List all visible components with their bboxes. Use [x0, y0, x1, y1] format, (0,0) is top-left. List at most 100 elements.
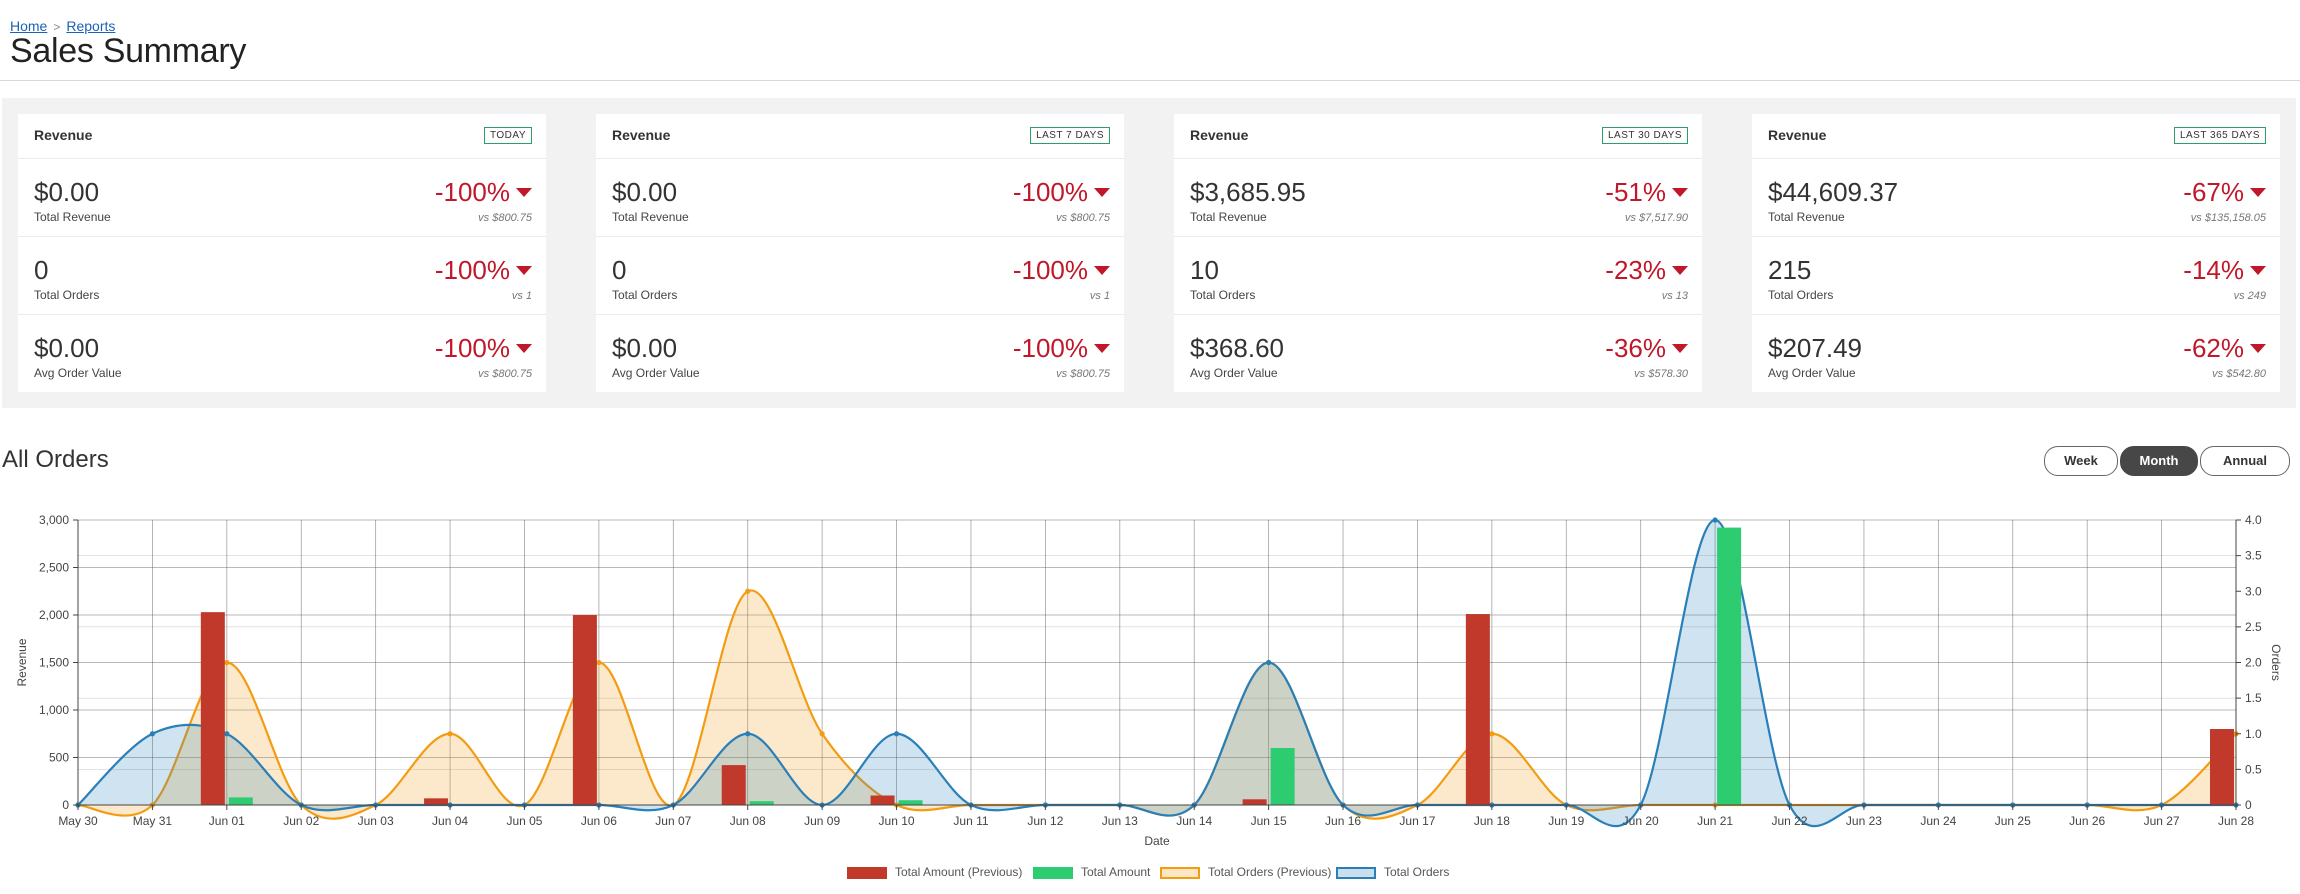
bar-total-amount	[1270, 748, 1295, 805]
card-title: Revenue	[612, 127, 671, 143]
legend-item-total-orders-previous[interactable]: Total Orders (Previous)	[1160, 863, 1340, 881]
revenue-card-last-30-days: Revenue LAST 30 DAYS $3,685.95 Total Rev…	[1174, 114, 1702, 392]
metric-value: $0.00	[34, 333, 100, 363]
all-orders-title: All Orders	[2, 446, 109, 473]
legend-item-total-orders[interactable]: Total Orders	[1336, 863, 1466, 881]
x-tick-label: Jun 07	[655, 814, 691, 828]
metric-label: Total Revenue	[1190, 210, 1267, 224]
card-header: Revenue LAST 7 DAYS	[596, 114, 1124, 159]
x-tick-label: May 30	[58, 814, 98, 828]
metric-change: -67%	[2183, 177, 2266, 208]
metric-change: -100%	[1013, 255, 1110, 286]
legend-label: Total Amount (Previous)	[895, 865, 1023, 879]
metric-total-orders: 215 Total Orders -14% vs 249	[1752, 237, 2280, 315]
legend-label: Total Orders (Previous)	[1208, 865, 1332, 879]
bar-total-amount-previous	[2210, 729, 2234, 805]
change-text: -62%	[2183, 333, 2244, 363]
metric-value: $44,609.37	[1768, 177, 1899, 207]
x-tick-label: Jun 27	[2144, 814, 2180, 828]
down-arrow-icon	[516, 344, 532, 353]
bar-total-amount	[228, 797, 253, 805]
metric-change: -14%	[2183, 255, 2266, 286]
x-tick-label: Jun 02	[283, 814, 319, 828]
data-point	[1712, 517, 1718, 523]
x-tick-label: Jun 09	[804, 814, 840, 828]
week-button[interactable]: Week	[2044, 446, 2118, 476]
metric-change: -100%	[435, 177, 532, 208]
metric-change: -100%	[435, 333, 532, 364]
metric-value: 215	[1768, 255, 1812, 285]
legend-swatch	[847, 867, 887, 879]
x-tick-label: Jun 24	[1920, 814, 1956, 828]
metric-value: $0.00	[34, 177, 100, 207]
legend-item-total-amount[interactable]: Total Amount	[1033, 863, 1153, 881]
x-tick-label: Jun 28	[2218, 814, 2254, 828]
metric-total-revenue: $3,685.95 Total Revenue -51% vs $7,517.9…	[1174, 159, 1702, 237]
change-text: -23%	[1605, 255, 1666, 285]
metric-change: -100%	[435, 255, 532, 286]
metric-value: $0.00	[612, 333, 678, 363]
y2-tick-label: 1.5	[2245, 691, 2262, 705]
x-tick-label: Jun 23	[1846, 814, 1882, 828]
metric-change: -62%	[2183, 333, 2266, 364]
annual-button[interactable]: Annual	[2200, 446, 2290, 476]
change-text: -100%	[1012, 333, 1088, 363]
metric-change: -36%	[1605, 333, 1688, 364]
x-tick-label: Jun 25	[1995, 814, 2031, 828]
bar-total-amount	[1717, 527, 1742, 805]
bar-total-amount-previous	[1242, 799, 1267, 805]
month-button[interactable]: Month	[2120, 446, 2198, 476]
x-tick-label: Jun 26	[2069, 814, 2105, 828]
metric-change: -23%	[1605, 255, 1688, 286]
y-tick-label: 2,000	[39, 608, 69, 622]
down-arrow-icon	[1094, 266, 1110, 275]
metric-total-revenue: $44,609.37 Total Revenue -67% vs $135,15…	[1752, 159, 2280, 237]
chart-legend: Total Amount (Previous) Total Amount Tot…	[0, 863, 2300, 881]
metric-label: Total Orders	[34, 288, 100, 302]
metric-label: Total Orders	[1190, 288, 1256, 302]
bar-total-amount	[898, 800, 923, 805]
x-tick-label: Jun 06	[581, 814, 617, 828]
metric-label: Total Orders	[1768, 288, 1834, 302]
metric-avg-order-value: $0.00 Avg Order Value -100% vs $800.75	[596, 315, 1124, 392]
metric-total-orders: 0 Total Orders -100% vs 1	[18, 237, 546, 315]
data-point	[1266, 659, 1272, 666]
metric-compare: vs $578.30	[1634, 368, 1688, 380]
card-title: Revenue	[1768, 127, 1827, 143]
x-tick-label: Jun 04	[432, 814, 468, 828]
change-text: -36%	[1605, 333, 1666, 363]
x-tick-label: Jun 18	[1474, 814, 1510, 828]
x-axis-title: Date	[1144, 834, 1170, 848]
x-tick-label: Jun 15	[1251, 814, 1287, 828]
y2-tick-label: 3.5	[2245, 549, 2262, 563]
bar-total-amount	[749, 801, 774, 805]
y-tick-label: 500	[49, 751, 69, 765]
y2-axis-title: Orders	[2269, 644, 2283, 681]
data-point	[1489, 731, 1495, 737]
legend-swatch	[1336, 867, 1376, 879]
y-tick-label: 1,500	[39, 656, 69, 670]
x-tick-label: May 31	[133, 814, 173, 828]
metric-value: $368.60	[1190, 333, 1284, 363]
card-title: Revenue	[1190, 127, 1249, 143]
x-tick-label: Jun 12	[1027, 814, 1063, 828]
metric-value: 0	[34, 255, 49, 285]
legend-item-total-amount-previous[interactable]: Total Amount (Previous)	[847, 863, 1027, 881]
down-arrow-icon	[2250, 188, 2266, 197]
metric-compare: vs $7,517.90	[1625, 212, 1688, 224]
change-text: -100%	[1012, 255, 1088, 285]
y2-tick-label: 2.0	[2245, 656, 2262, 670]
range-button-group: Week Month Annual	[2044, 446, 2290, 476]
down-arrow-icon	[1672, 266, 1688, 275]
data-point	[447, 731, 453, 737]
period-badge: LAST 30 DAYS	[1602, 127, 1688, 144]
down-arrow-icon	[1094, 188, 1110, 197]
x-tick-label: Jun 11	[953, 814, 988, 828]
metric-label: Total Revenue	[1768, 210, 1845, 224]
metric-avg-order-value: $0.00 Avg Order Value -100% vs $800.75	[18, 315, 546, 392]
data-point	[224, 731, 230, 737]
y2-tick-label: 3.0	[2245, 584, 2262, 598]
x-tick-label: Jun 05	[506, 814, 542, 828]
data-point	[745, 731, 751, 737]
bar-total-amount-previous	[870, 795, 895, 805]
